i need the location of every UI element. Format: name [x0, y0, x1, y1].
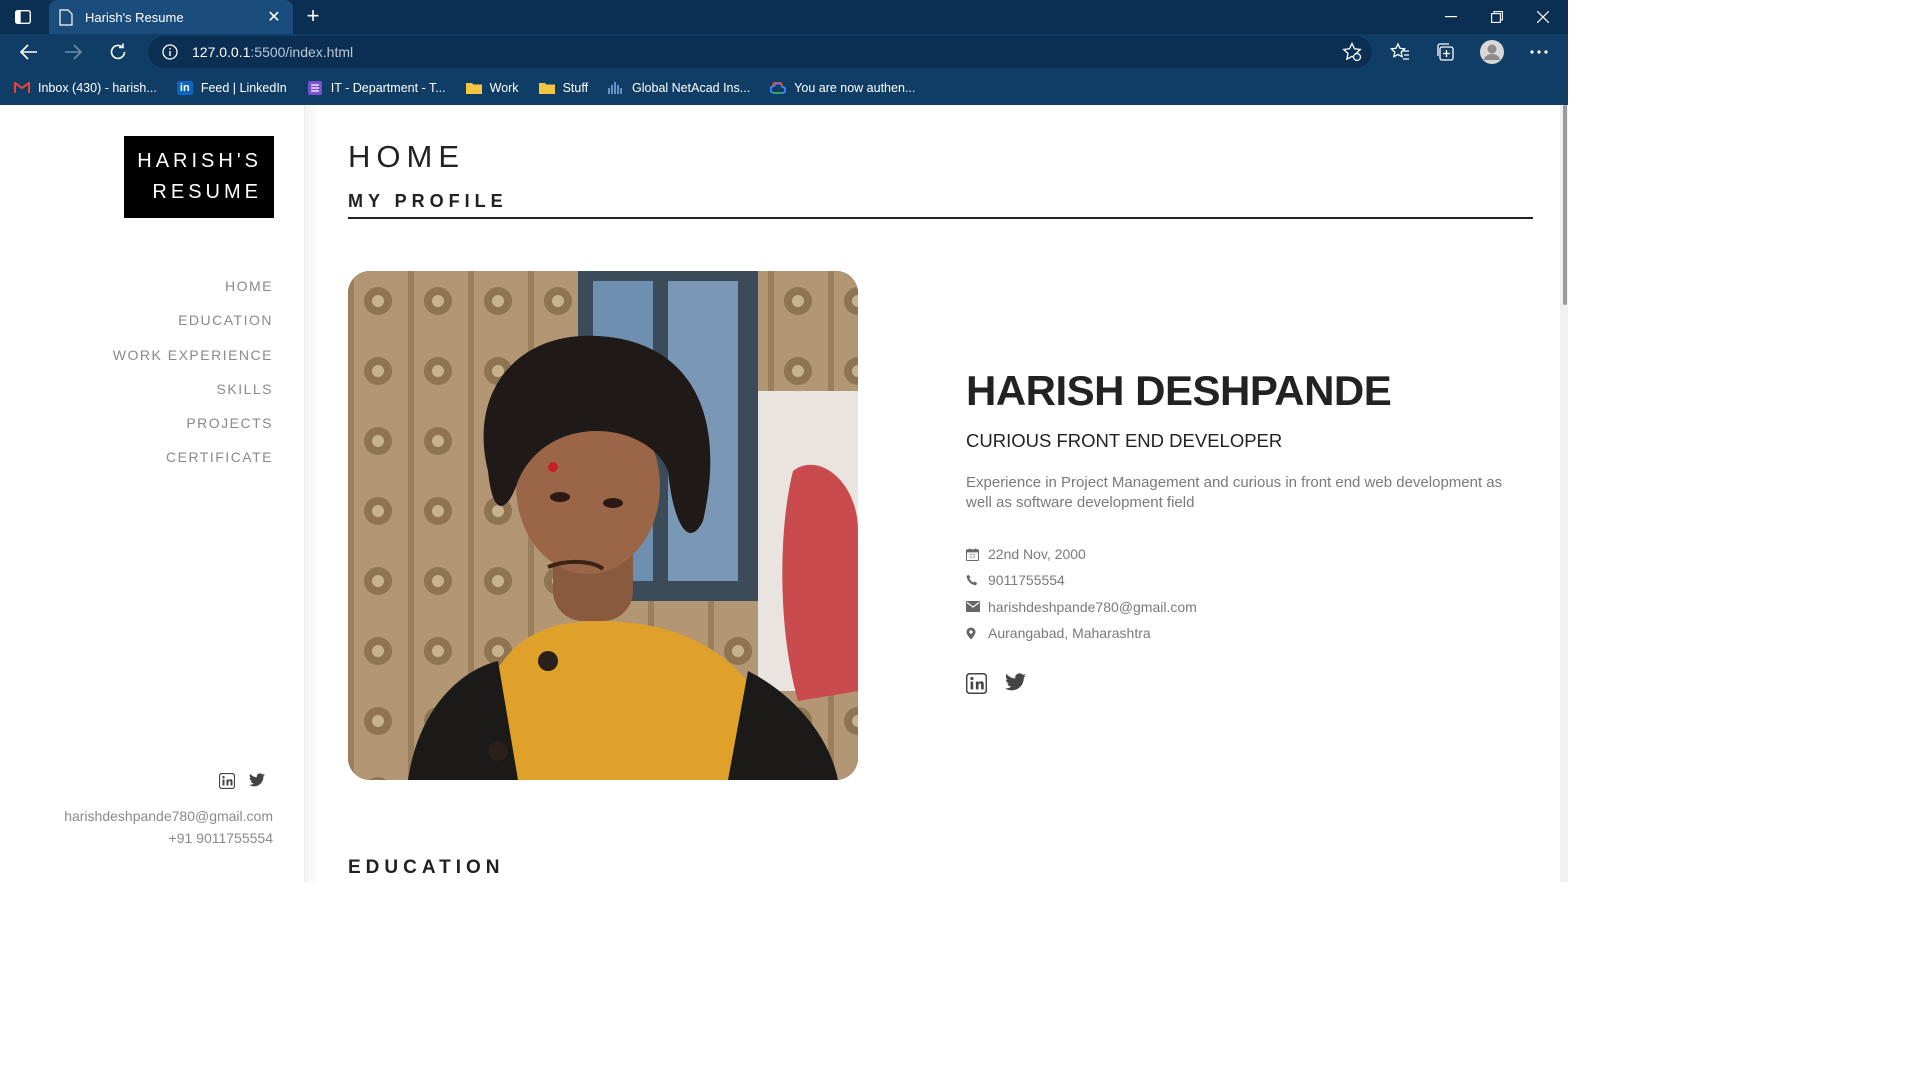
list-icon — [307, 80, 323, 95]
page-viewport: HARISH'S RESUME HOME EDUCATION WORK EXPE… — [0, 105, 1568, 882]
page-icon — [59, 8, 73, 26]
menu-item-projects[interactable]: PROJECTS — [113, 413, 273, 447]
menu-item-skills[interactable]: SKILLS — [113, 379, 273, 413]
section-title-education: EDUCATION — [348, 857, 505, 878]
scrollbar-thumb[interactable] — [1563, 105, 1567, 305]
map-pin-icon — [966, 627, 988, 640]
divider — [348, 217, 1533, 219]
more-menu-icon[interactable] — [1524, 38, 1554, 66]
info-dob: 22nd Nov, 2000 — [966, 541, 1197, 567]
linkedin-icon: in — [176, 80, 193, 95]
google-cloud-icon — [770, 81, 787, 95]
bookmark-item[interactable]: You are now authen... — [770, 81, 915, 95]
info-email: harishdeshpande780@gmail.com — [966, 594, 1197, 620]
page-title: HOME — [348, 139, 465, 174]
add-favorite-icon[interactable] — [1337, 38, 1367, 66]
tab-actions-icon[interactable] — [12, 7, 34, 27]
back-button[interactable] — [14, 38, 44, 66]
url-text: 127.0.0.1:5500/index.html — [192, 44, 354, 60]
sidebar: HARISH'S RESUME HOME EDUCATION WORK EXPE… — [0, 105, 305, 882]
profile-avatar-icon[interactable] — [1477, 38, 1507, 66]
sidebar-email[interactable]: harishdeshpande780@gmail.com — [64, 805, 273, 827]
refresh-button[interactable] — [103, 38, 133, 66]
close-window-button[interactable] — [1520, 0, 1566, 34]
profile-social-links — [966, 673, 1026, 694]
tab-active[interactable]: Harish's Resume ✕ — [49, 0, 293, 34]
twitter-icon[interactable] — [1005, 673, 1026, 691]
bookmark-item[interactable]: Work — [465, 81, 519, 95]
address-row: 127.0.0.1:5500/index.html — [0, 34, 1568, 70]
browser-chrome: Harish's Resume ✕ + 127.0.0.1:5500/index… — [0, 0, 1568, 105]
collections-icon[interactable] — [1430, 38, 1460, 66]
menu-item-work-experience[interactable]: WORK EXPERIENCE — [113, 345, 273, 379]
info-location: Aurangabad, Maharashtra — [966, 620, 1197, 646]
profile-photo — [348, 271, 858, 780]
sidebar-menu: HOME EDUCATION WORK EXPERIENCE SKILLS PR… — [113, 276, 273, 482]
bookmarks-bar: Inbox (430) - harish... in Feed | Linked… — [0, 70, 1568, 105]
linkedin-icon[interactable] — [966, 673, 987, 694]
address-bar[interactable]: 127.0.0.1:5500/index.html — [148, 36, 1372, 68]
sidebar-phone[interactable]: +91 9011755554 — [64, 827, 273, 849]
info-phone: 9011755554 — [966, 567, 1197, 593]
folder-icon — [538, 81, 555, 95]
bookmark-item[interactable]: IT - Department - T... — [307, 80, 446, 95]
tab-bar: Harish's Resume ✕ + — [0, 0, 1568, 34]
restore-button[interactable] — [1474, 0, 1520, 34]
bookmark-item[interactable]: in Feed | LinkedIn — [176, 80, 287, 95]
site-logo[interactable]: HARISH'S RESUME — [124, 136, 274, 218]
info-icon[interactable] — [162, 44, 178, 60]
twitter-icon[interactable] — [249, 773, 265, 787]
section-subtitle: MY PROFILE — [348, 191, 508, 211]
new-tab-button[interactable]: + — [300, 4, 326, 30]
phone-icon — [966, 574, 988, 586]
calendar-icon — [966, 548, 988, 561]
tab-title: Harish's Resume — [85, 9, 184, 25]
bookmark-item[interactable]: Stuff — [538, 81, 588, 95]
menu-item-certificate[interactable]: CERTIFICATE — [113, 447, 273, 481]
folder-icon — [465, 81, 482, 95]
forward-button[interactable] — [58, 38, 88, 66]
netacad-icon — [608, 81, 624, 95]
profile-info-list: 22nd Nov, 2000 9011755554 harishdeshpand… — [966, 541, 1197, 646]
envelope-icon — [966, 601, 988, 613]
bookmark-item[interactable]: Inbox (430) - harish... — [14, 81, 157, 95]
profile-name: HARISH DESHPANDE — [966, 367, 1392, 414]
bookmark-item[interactable]: Global NetAcad Ins... — [608, 81, 750, 95]
gmail-icon — [14, 81, 30, 95]
sidebar-social-links — [219, 773, 265, 789]
profile-bio: Experience in Project Management and cur… — [966, 474, 1503, 511]
profile-role: CURIOUS FRONT END DEVELOPER — [966, 430, 1283, 451]
favorites-icon[interactable] — [1385, 38, 1415, 66]
menu-item-home[interactable]: HOME — [113, 276, 273, 310]
linkedin-icon[interactable] — [219, 773, 235, 789]
close-tab-icon[interactable]: ✕ — [265, 7, 283, 27]
minimize-button[interactable] — [1428, 0, 1474, 34]
sidebar-contact: harishdeshpande780@gmail.com +91 9011755… — [64, 805, 273, 849]
menu-item-education[interactable]: EDUCATION — [113, 310, 273, 344]
sidebar-divider — [305, 105, 319, 882]
